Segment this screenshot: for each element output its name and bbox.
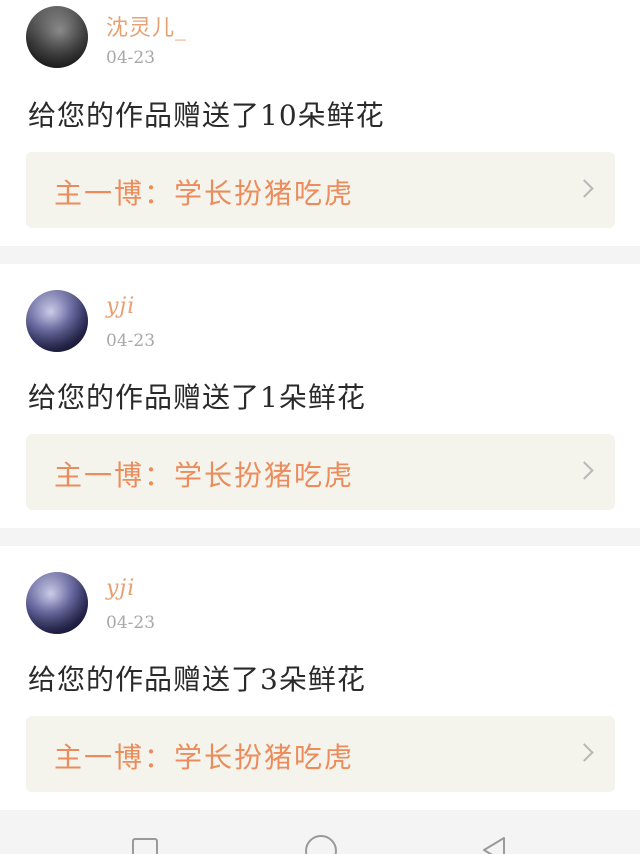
username[interactable]: yji	[106, 576, 135, 601]
timestamp: 04-23	[106, 613, 156, 633]
user-avatar[interactable]	[26, 290, 88, 352]
work-link-label: 主一博：学长扮猪吃虎	[54, 177, 355, 210]
timestamp: 04-23	[106, 331, 156, 351]
notification-card: yji 04-23 给您的作品赠送了1朵鲜花 主一博：学长扮猪吃虎	[0, 264, 640, 528]
avatar-shade	[26, 290, 88, 352]
chevron-right-icon	[575, 461, 594, 480]
username[interactable]: 沈灵儿_	[106, 10, 187, 42]
notification-card: yji 04-23 给您的作品赠送了3朵鲜花 主一博：学长扮猪吃虎	[0, 546, 640, 810]
back-icon[interactable]	[478, 834, 510, 854]
chevron-right-icon	[575, 179, 594, 198]
gift-message: 给您的作品赠送了1朵鲜花	[28, 381, 366, 414]
work-link-label: 主一博：学长扮猪吃虎	[54, 741, 355, 774]
user-avatar[interactable]	[26, 572, 88, 634]
username[interactable]: yji	[106, 294, 135, 319]
gift-message: 给您的作品赠送了10朵鲜花	[28, 99, 385, 132]
gift-message: 给您的作品赠送了3朵鲜花	[28, 663, 366, 696]
work-link-button[interactable]: 主一博：学长扮猪吃虎	[26, 434, 615, 510]
avatar-shade	[26, 6, 88, 68]
user-avatar[interactable]	[26, 6, 88, 68]
system-nav-bar	[0, 810, 640, 854]
work-link-label: 主一博：学长扮猪吃虎	[54, 459, 355, 492]
home-icon[interactable]	[305, 835, 337, 854]
chevron-right-icon	[575, 743, 594, 762]
work-link-button[interactable]: 主一博：学长扮猪吃虎	[26, 716, 615, 792]
work-link-button[interactable]: 主一博：学长扮猪吃虎	[26, 152, 615, 228]
recent-apps-icon[interactable]	[132, 838, 158, 854]
notification-card: 沈灵儿_ 04-23 给您的作品赠送了10朵鲜花 主一博：学长扮猪吃虎	[0, 0, 640, 246]
avatar-shade	[26, 572, 88, 634]
timestamp: 04-23	[106, 48, 156, 68]
